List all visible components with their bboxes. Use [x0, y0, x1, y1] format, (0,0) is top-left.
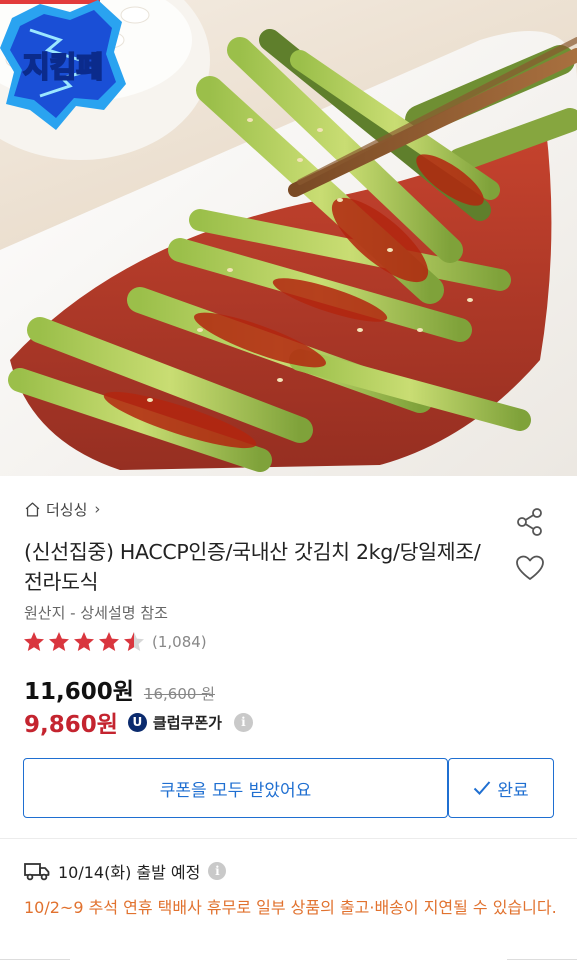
original-price: 16,600 원: [143, 685, 215, 703]
star-rating: [22, 630, 146, 654]
store-name: 더싱싱: [46, 500, 88, 519]
product-image[interactable]: 지킴페: [0, 0, 577, 476]
star-icon: [74, 632, 94, 651]
home-icon: [25, 501, 40, 517]
share-icon: [517, 508, 542, 536]
sale-price: 11,600원: [24, 679, 134, 705]
bottom-edge: [0, 959, 577, 960]
wishlist-button[interactable]: [512, 550, 548, 586]
delay-notice: 10/2~9 추석 연휴 택배사 휴무로 일부 상품의 출고·배송이 지연될 수…: [24, 898, 557, 917]
badge-text: 지킴페: [23, 50, 103, 84]
coupon-price: 9,860원: [24, 712, 118, 738]
store-link[interactable]: 더싱싱 ›: [24, 498, 100, 520]
price-row: 11,600원 16,600 원: [24, 672, 215, 705]
product-title: (신선집중) HACCP인증/국내산 갓김치 2kg/당일제조/전라도식: [24, 540, 481, 594]
check-icon: [474, 781, 491, 795]
club-coupon-label: 클럽쿠폰가: [152, 713, 222, 732]
coupon-received-button[interactable]: 쿠폰을 모두 받았어요: [23, 758, 448, 818]
review-count: (1,084): [152, 633, 207, 651]
brand-badge: 지킴페: [0, 0, 126, 130]
info-icon[interactable]: i: [233, 712, 253, 732]
star-icon: [99, 632, 119, 651]
shipping-date: 10/14(화) 출발 예정: [58, 863, 201, 882]
divider: [0, 838, 577, 839]
star-icon: [124, 632, 144, 651]
shipping-row: 10/14(화) 출발 예정 i: [24, 858, 227, 884]
coupon-price-row: 9,860원 U 클럽쿠폰가 i: [24, 705, 253, 739]
share-button[interactable]: [512, 504, 548, 540]
chevron-right-icon: ›: [94, 500, 101, 518]
star-icon: [24, 632, 44, 651]
rating[interactable]: (1,084): [22, 630, 207, 654]
done-label: 완료: [497, 780, 529, 801]
origin-text: 원산지 - 상세설명 참조: [24, 604, 168, 622]
shipping-info-icon[interactable]: i: [208, 862, 227, 880]
done-button[interactable]: 완료: [448, 758, 554, 818]
star-icon: [49, 632, 69, 651]
heart-icon: [516, 555, 544, 580]
truck-icon: [24, 863, 50, 881]
club-icon: U: [127, 712, 147, 732]
